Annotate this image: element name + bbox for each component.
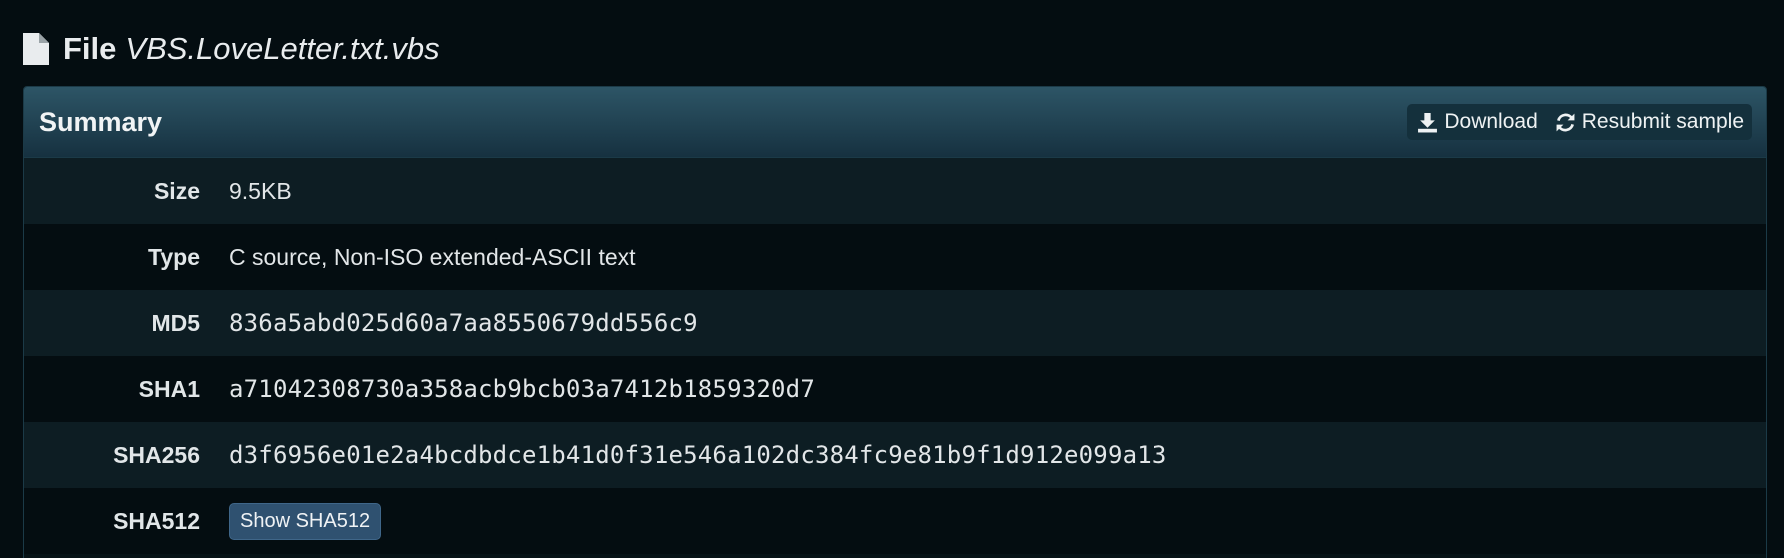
sha1-row: SHA1 a71042308730a358acb9bcb03a7412b1859… (24, 356, 1766, 422)
sha256-value: d3f6956e01e2a4bcdbdce1b41d0f31e546a102dc… (229, 441, 1167, 469)
md5-value: 836a5abd025d60a7aa8550679dd556c9 (229, 309, 698, 337)
size-value: 9.5KB (229, 177, 292, 204)
download-icon (1418, 112, 1438, 132)
type-key: Type (148, 243, 200, 270)
sha512-row: SHA512 Show SHA512 (24, 488, 1766, 554)
file-label: File (63, 31, 117, 66)
type-row: Type C source, Non-ISO extended-ASCII te… (24, 224, 1766, 290)
sha256-row: SHA256 d3f6956e01e2a4bcdbdce1b41d0f31e54… (24, 422, 1766, 488)
download-label: Download (1444, 110, 1538, 133)
summary-panel: Summary Download Resubmit sample Size 9.… (23, 86, 1767, 558)
md5-key: MD5 (151, 309, 200, 336)
size-row: Size 9.5KB (24, 158, 1766, 224)
sha256-key: SHA256 (113, 441, 200, 468)
summary-title: Summary (39, 106, 163, 137)
size-key: Size (153, 177, 200, 204)
download-button[interactable]: Download (1417, 110, 1538, 134)
page: File VBS.LoveLetter.txt.vbs Summary Down… (0, 0, 1784, 558)
sha512-key: SHA512 (113, 507, 200, 534)
show-sha512-button[interactable]: Show SHA512 (229, 502, 382, 540)
sha1-value: a71042308730a358acb9bcb03a7412b1859320d7 (229, 375, 815, 403)
file-icon (23, 33, 49, 65)
summary-actions: Download Resubmit sample (1407, 104, 1752, 140)
sha1-key: SHA1 (138, 375, 200, 402)
md5-row: MD5 836a5abd025d60a7aa8550679dd556c9 (24, 290, 1766, 356)
type-value: C source, Non-ISO extended-ASCII text (229, 243, 636, 270)
resubmit-sample-button[interactable]: Resubmit sample (1555, 110, 1744, 134)
refresh-icon (1556, 113, 1575, 131)
summary-heading: Summary Download Resubmit sample (24, 87, 1766, 158)
resubmit-label: Resubmit sample (1581, 110, 1744, 133)
file-name: VBS.LoveLetter.txt.vbs (125, 31, 440, 66)
file-header: File VBS.LoveLetter.txt.vbs (23, 26, 440, 72)
